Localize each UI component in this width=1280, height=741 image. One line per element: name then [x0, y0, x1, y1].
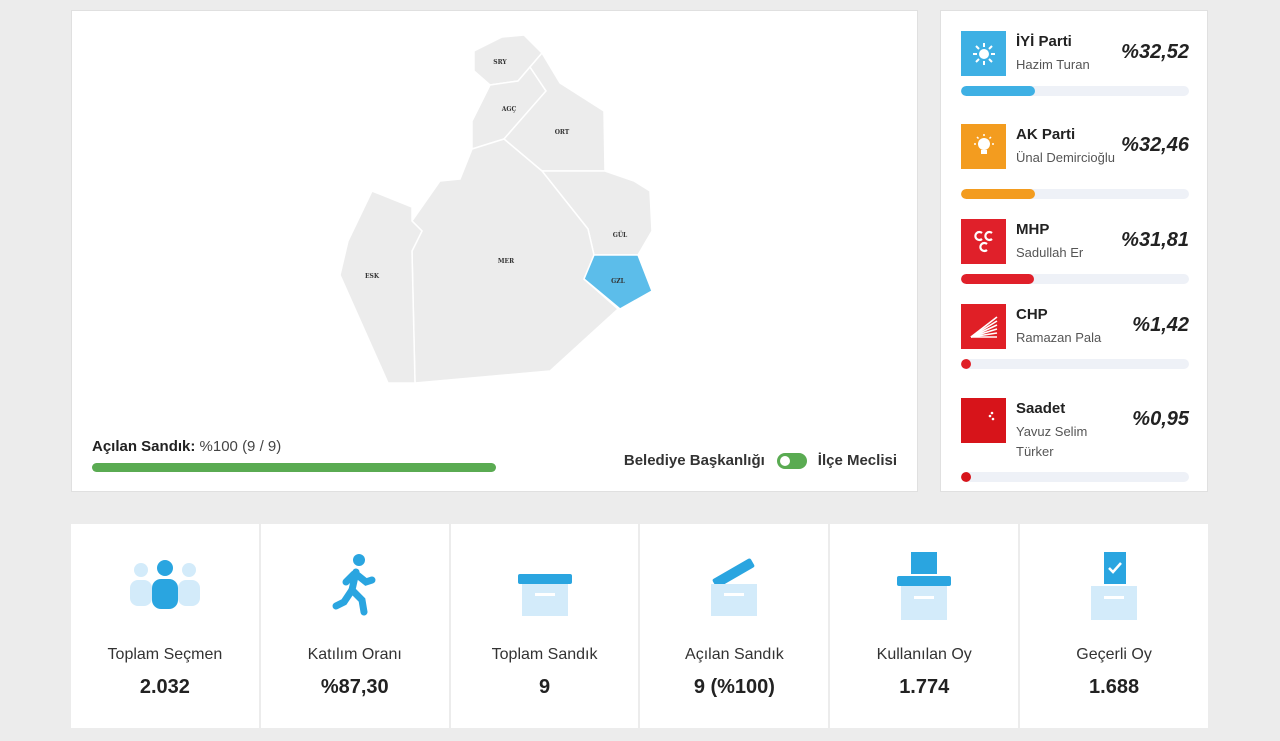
district-esk[interactable] [339, 190, 423, 384]
stat-turnout: Katılım Oranı %87,30 [260, 524, 449, 728]
opened-box-icon [704, 552, 764, 621]
vote-bar [961, 189, 1189, 199]
party-name: CHP [1016, 306, 1048, 323]
vote-bar-fill [961, 472, 972, 482]
election-type-toggle[interactable] [776, 452, 807, 469]
sun-icon [961, 31, 1006, 76]
candidate-name: Ramazan Pala [1016, 330, 1102, 345]
stat-value: 1.774 [899, 676, 950, 698]
candidate-name: Sadullah Er [1016, 245, 1084, 260]
party-name: MHP [1016, 221, 1050, 238]
candidate-name: Hazim Turan [1016, 57, 1090, 72]
valid-vote-icon [1084, 552, 1144, 629]
stat-value: %87,30 [320, 676, 389, 698]
vote-bar-fill [961, 359, 972, 369]
district-label-esk: ESK [365, 273, 380, 280]
vote-bar [961, 472, 1189, 482]
opened-boxes-label: Açılan Sandık: [92, 438, 196, 455]
toggle-knob [779, 455, 790, 466]
stat-total-voters: Toplam Seçmen 2.032 [71, 524, 259, 728]
candidate-name: Yavuz Selim Türker [1016, 424, 1088, 459]
stat-label: Katılım Oranı [307, 646, 402, 663]
people-icon [127, 552, 203, 621]
stat-value: 1.688 [1089, 676, 1140, 698]
stat-label: Kullanılan Oy [876, 646, 972, 663]
stat-valid-votes: Geçerli Oy 1.688 [1020, 524, 1208, 728]
opened-boxes-value: %100 (9 / 9) [199, 438, 282, 455]
district-label-gzl: GZL [611, 278, 626, 285]
candidate-name: Ünal Demircioğlu [1016, 150, 1115, 165]
stats-row: Toplam Seçmen 2.032 Katılım Oranı %87,30… [71, 524, 1208, 728]
vote-bar-fill [961, 86, 1036, 96]
walking-person-icon [330, 552, 380, 621]
vote-percent: %32,46 [1121, 134, 1189, 156]
vote-bar [961, 274, 1189, 284]
stat-label: Toplam Seçmen [107, 646, 223, 663]
opened-boxes-progress [92, 463, 496, 472]
stat-value: 9 [539, 676, 551, 698]
district-label-gul: GÜL [613, 232, 628, 239]
results-card: İYİ Parti Hazim Turan %32,52 AK Parti Ün… [940, 10, 1208, 492]
result-mhp[interactable]: MHP Sadullah Er %31,81 [961, 219, 1189, 289]
vote-bar [961, 359, 1189, 369]
district-label-ort: ORT [555, 129, 570, 136]
stat-label: Toplam Sandık [491, 646, 598, 663]
party-name: AK Parti [1016, 126, 1076, 143]
district-map: SRY AGÇ ORT GÜL MER ESK GZL [339, 34, 653, 384]
result-chp[interactable]: CHP Ramazan Pala %1,42 [961, 304, 1189, 374]
toggle-label-mayor[interactable]: Belediye Başkanlığı [624, 452, 765, 469]
result-iyi[interactable]: İYİ Parti Hazim Turan %32,52 [961, 31, 1189, 101]
stat-opened-boxes: Açılan Sandık 9 (%100) [640, 524, 829, 728]
vote-bar-fill [961, 189, 1035, 199]
district-label-agc: AGÇ [501, 106, 517, 113]
ballot-box-icon [515, 552, 575, 621]
vote-bar-fill [961, 274, 1034, 284]
three-crescents-icon [961, 219, 1006, 264]
party-name: Saadet [1016, 400, 1066, 417]
vote-percent: %0,95 [1132, 408, 1189, 430]
vote-percent: %1,42 [1132, 314, 1189, 336]
stat-value: 2.032 [139, 676, 190, 698]
result-saadet[interactable]: Saadet Yavuz Selim Türker %0,95 [961, 398, 1189, 482]
vote-box-icon [894, 552, 954, 629]
election-type-toggle-row: Belediye Başkanlığı İlçe Meclisi [624, 452, 897, 469]
stat-total-boxes: Toplam Sandık 9 [450, 524, 639, 728]
crescent-stars-icon [961, 398, 1006, 443]
map-card: SRY AGÇ ORT GÜL MER ESK GZL Açılan Sandı… [71, 10, 918, 492]
stat-label: Geçerli Oy [1076, 646, 1152, 663]
lightbulb-icon [961, 124, 1006, 169]
result-ak[interactable]: AK Parti Ünal Demircioğlu %32,46 [961, 124, 1189, 204]
stat-value: 9 (%100) [693, 676, 775, 698]
party-name: İYİ Parti [1016, 33, 1072, 50]
six-arrows-icon [961, 304, 1006, 349]
opened-boxes-row: Açılan Sandık: %100 (9 / 9) [92, 438, 281, 455]
vote-percent: %32,52 [1121, 41, 1189, 63]
toggle-label-council[interactable]: İlçe Meclisi [818, 452, 897, 469]
stat-used-votes: Kullanılan Oy 1.774 [830, 524, 1019, 728]
vote-percent: %31,81 [1121, 229, 1189, 251]
district-label-sry: SRY [493, 59, 507, 66]
stat-label: Açılan Sandık [685, 646, 784, 663]
vote-bar [961, 86, 1189, 96]
district-label-mer: MER [498, 258, 515, 265]
